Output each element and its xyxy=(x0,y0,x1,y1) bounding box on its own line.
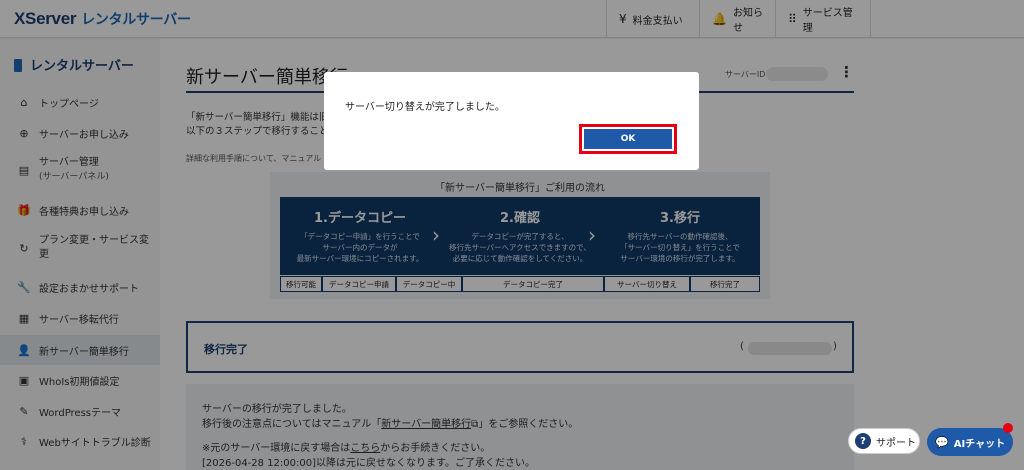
ok-button[interactable]: OK xyxy=(584,129,672,149)
dialog-message: サーバー切り替えが完了しました。 xyxy=(345,102,505,113)
highlight-frame: OK xyxy=(579,124,677,154)
confirmation-dialog: サーバー切り替えが完了しました。 OK xyxy=(324,72,699,170)
question-icon: ? xyxy=(855,433,871,449)
chat-bubble-icon: 💬 xyxy=(935,435,949,449)
modal-backdrop xyxy=(0,0,1024,470)
ai-chat-button[interactable]: 💬 AIチャット xyxy=(927,428,1013,456)
support-button[interactable]: ? サポート xyxy=(848,428,920,454)
notification-dot xyxy=(1003,423,1013,433)
